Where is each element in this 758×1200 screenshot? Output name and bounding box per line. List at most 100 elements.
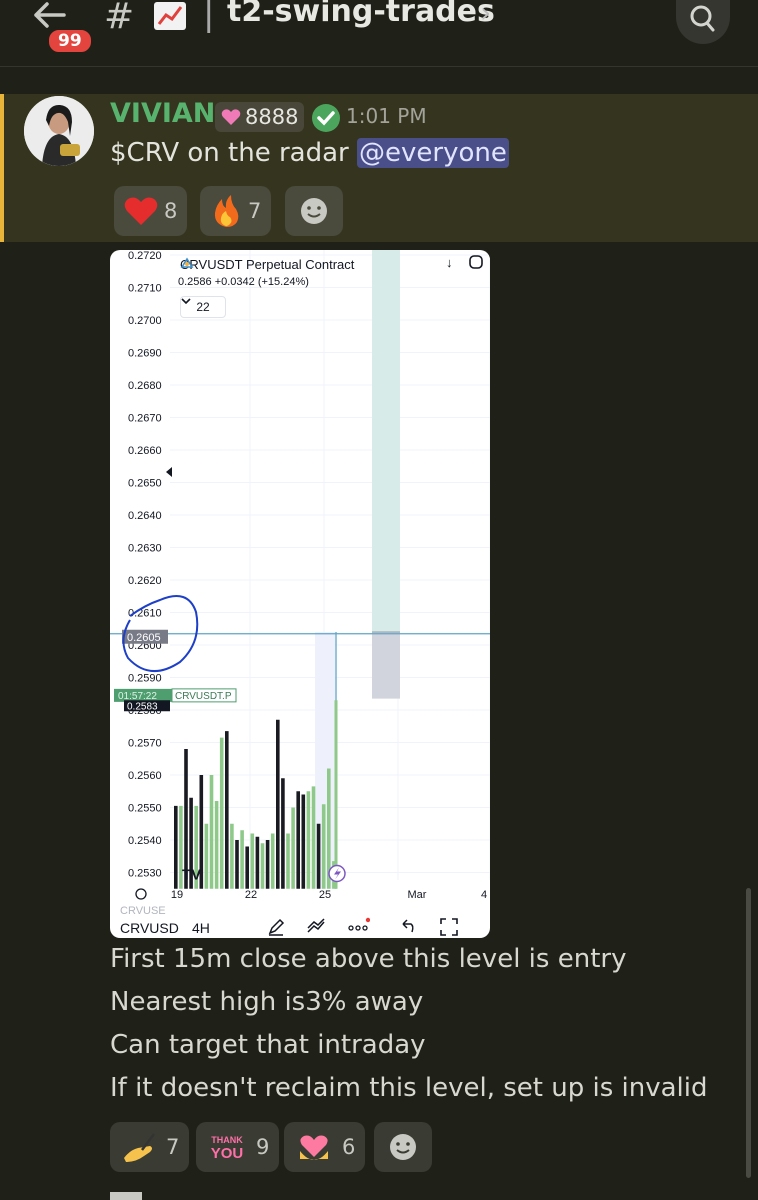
- volume-bar: [306, 791, 311, 889]
- interval-chip[interactable]: 22: [180, 296, 226, 318]
- back-arrow-icon: [34, 2, 66, 28]
- y-tick-label: 0.2670: [128, 413, 162, 425]
- svg-text:YOU: YOU: [211, 1145, 244, 1162]
- y-tick-label: 0.2720: [128, 250, 162, 262]
- y-tick-label: 0.2590: [128, 673, 162, 685]
- chevron-right-icon[interactable]: ›: [480, 0, 491, 29]
- x-tick-label: 19: [171, 889, 183, 901]
- heart-hands-icon: [300, 1135, 328, 1160]
- reaction-heart-hands[interactable]: 6: [284, 1122, 366, 1172]
- reaction-count: 6: [342, 1135, 356, 1159]
- y-tick-label: 0.2530: [128, 868, 162, 880]
- volume-bar: [281, 778, 285, 889]
- y-tick-label: 0.2540: [128, 835, 162, 847]
- channel-title[interactable]: t2-swing-trades: [227, 0, 495, 29]
- user-tag[interactable]: 8888: [215, 102, 305, 132]
- tag-value: 8888: [245, 105, 299, 129]
- y-tick-label: 0.2560: [128, 770, 162, 782]
- y-tick-label: 0.2630: [128, 543, 162, 555]
- add-reaction-button[interactable]: [285, 186, 343, 236]
- y-tick-label: 0.2710: [128, 283, 162, 295]
- y-tick-label: 0.2550: [128, 803, 162, 815]
- volume-bar: [219, 737, 224, 889]
- volume-bar: [265, 840, 270, 889]
- channel-hash-icon: #: [104, 0, 135, 37]
- reaction-writing-hand[interactable]: 7: [110, 1122, 190, 1172]
- download-icon[interactable]: ↓: [446, 255, 453, 270]
- reaction-count: 7: [166, 1135, 180, 1159]
- y-tick-label: 0.2680: [128, 380, 162, 392]
- volume-bar: [204, 823, 209, 889]
- y-tick-label: 0.2570: [128, 738, 162, 750]
- unread-badge: 99: [46, 27, 94, 55]
- writing-hand-icon: [124, 1133, 155, 1162]
- volume-bar: [301, 794, 306, 889]
- reaction-heart[interactable]: 8: [114, 186, 188, 236]
- volume-bar: [276, 719, 280, 889]
- reaction-fire[interactable]: 7: [200, 186, 272, 236]
- x-tick-label: 25: [319, 889, 331, 901]
- countdown-tag-label: 01:57:22: [118, 691, 157, 702]
- heart-tag-icon: [221, 109, 241, 125]
- smiley-add-reaction-icon: [301, 198, 327, 224]
- chart-title-text: CRVUSDT Perpetual Contract: [180, 257, 355, 272]
- message-line-2: Nearest high is3% away: [110, 987, 424, 1017]
- volume-bar: [250, 833, 255, 889]
- avatar[interactable]: [24, 96, 94, 166]
- bottom-symbol[interactable]: CRVUSD: [120, 920, 179, 936]
- last-candle: [334, 700, 338, 889]
- volume-bar: [286, 833, 290, 889]
- header-divider: |: [203, 0, 215, 34]
- volume-bar: [260, 843, 265, 889]
- y-tick-label: 0.2660: [128, 445, 162, 457]
- y-tick-label: 0.2690: [128, 348, 162, 360]
- coin-logo-icon: [180, 257, 194, 268]
- price-marker-arrow: [166, 467, 172, 477]
- message-line-4: If it doesn't reclaim this level, set up…: [110, 1073, 708, 1103]
- scrollbar[interactable]: [746, 888, 751, 1178]
- svg-text:THANK: THANK: [211, 1135, 243, 1145]
- timestamp: 1:01 PM: [346, 104, 427, 128]
- x-tick-label: 22: [245, 889, 257, 901]
- volume-bar: [235, 840, 239, 889]
- projection-zone: [372, 250, 400, 632]
- y-tick-label: 0.2620: [128, 575, 162, 587]
- reaction-thank-you[interactable]: THANK YOU 9: [196, 1122, 280, 1172]
- message-line-1: First 15m close above this level is entr…: [110, 944, 627, 974]
- volume-bar: [240, 830, 244, 889]
- symbol-tag-label: CRVUSDT.P: [175, 691, 232, 702]
- reaction-count: 9: [256, 1135, 270, 1159]
- volume-bar: [291, 807, 295, 889]
- next-message-icon: [110, 1192, 142, 1200]
- chart-increasing-icon: [152, 0, 188, 36]
- message-text: $CRV on the radar @everyone: [110, 138, 509, 168]
- fire-icon: [214, 195, 239, 227]
- interval-chip-value: 22: [196, 300, 210, 314]
- volume-bar: [174, 805, 178, 889]
- tradingview-logo: TV: [182, 867, 201, 884]
- mention-everyone[interactable]: @everyone: [357, 138, 509, 168]
- last-price-tag-label: 0.2583: [127, 701, 158, 712]
- price-tag-label: 0.2605: [127, 632, 161, 644]
- volume-bar: [255, 836, 260, 889]
- ghost-symbol-label: CRVUSE: [120, 905, 166, 917]
- gray-box: [372, 632, 400, 699]
- chevron-down-icon: [181, 298, 191, 305]
- verified-check-icon: [310, 102, 342, 138]
- x-tick-label: Mar: [408, 889, 427, 901]
- chart-image[interactable]: 0.2720 0.2710 0.2700 0.2690 0.2680 0.2670 0.26…: [110, 250, 490, 938]
- chart-symbol-title: CRVUSDT Perpetual Contract: [180, 257, 354, 272]
- search-icon: [690, 5, 715, 32]
- author-name[interactable]: VIVIAN: [110, 98, 215, 129]
- add-reaction-button-2[interactable]: [374, 1122, 432, 1172]
- settings-icon: [135, 888, 147, 900]
- volume-bar: [230, 823, 234, 889]
- search-button[interactable]: [676, 0, 730, 44]
- channel-header: 99 # | t2-swing-trades ›: [0, 0, 758, 67]
- message-line-3: Can target that intraday: [110, 1030, 426, 1060]
- smiley-add-reaction-icon: [390, 1134, 416, 1160]
- volume-bar: [316, 823, 321, 889]
- volume-bar: [245, 846, 249, 889]
- y-tick-label: 0.2650: [128, 478, 162, 490]
- bottom-interval[interactable]: 4H: [192, 920, 210, 936]
